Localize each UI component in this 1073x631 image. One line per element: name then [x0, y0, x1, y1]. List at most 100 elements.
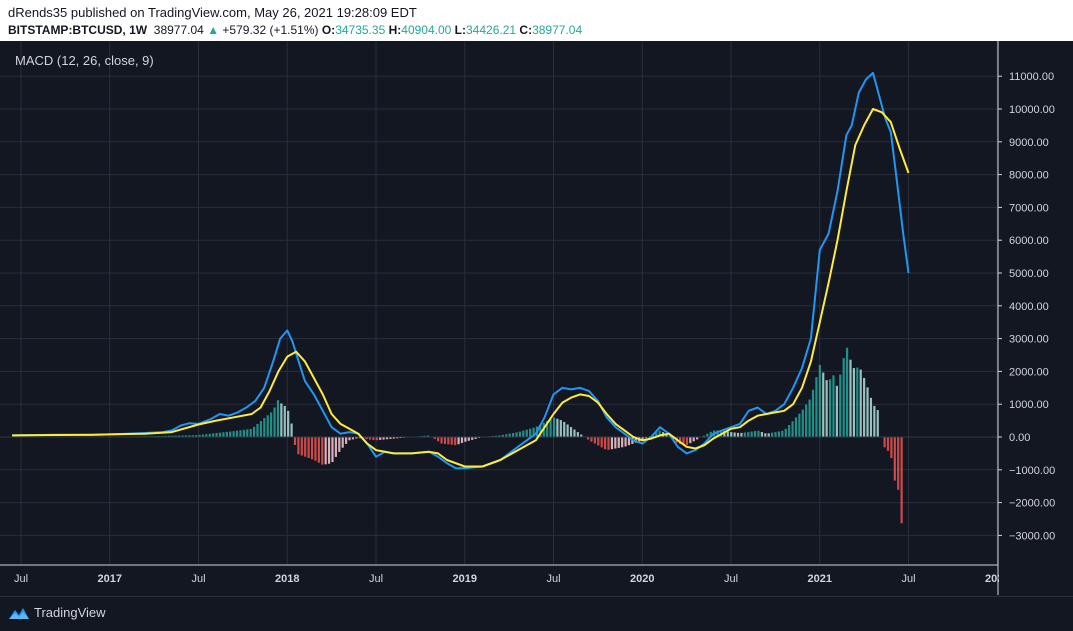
- y-tick-label: 9000.00: [1009, 137, 1049, 149]
- histogram-bar: [607, 437, 609, 450]
- histogram-bar: [727, 431, 729, 437]
- y-tick-label: 4000.00: [1009, 301, 1049, 313]
- histogram-bar: [764, 433, 766, 437]
- histogram-bar: [246, 429, 248, 437]
- histogram-bar: [328, 437, 330, 464]
- histogram-bar: [256, 424, 258, 437]
- histogram-bar: [556, 419, 558, 437]
- histogram-bar: [689, 437, 691, 443]
- histogram-bar: [822, 373, 824, 437]
- histogram-bar: [553, 418, 555, 437]
- histogram-bar: [468, 437, 470, 441]
- histogram-bar: [795, 417, 797, 437]
- histogram-bar: [744, 433, 746, 437]
- histogram-bar: [308, 437, 310, 458]
- histogram-bar: [611, 437, 613, 449]
- histogram-bar: [894, 437, 896, 481]
- histogram-bar: [890, 437, 892, 458]
- y-tick-label: 11000.00: [1009, 71, 1054, 83]
- axis-corner: [999, 566, 1073, 596]
- y-tick-label: 0.00: [1009, 432, 1030, 444]
- histogram-bar: [778, 431, 780, 437]
- histogram-bar: [594, 437, 596, 444]
- histogram-bar: [829, 379, 831, 437]
- histogram-bar: [270, 412, 272, 437]
- macd-line: [12, 73, 908, 468]
- histogram-bar: [849, 360, 851, 437]
- histogram-bar: [846, 348, 848, 437]
- histogram-bar: [754, 431, 756, 437]
- histogram-bar: [819, 365, 821, 437]
- low-label: L:: [455, 23, 466, 37]
- histogram-bar: [883, 437, 885, 447]
- histogram-bar: [437, 437, 439, 441]
- histogram-bar: [233, 431, 235, 437]
- histogram-bar: [280, 403, 282, 437]
- histogram-bar: [771, 433, 773, 437]
- x-tick-label: 2019: [453, 573, 477, 585]
- histogram-bar: [440, 437, 442, 443]
- histogram-bar: [887, 437, 889, 451]
- open-label: O:: [322, 23, 335, 37]
- histogram-bar: [243, 430, 245, 437]
- y-tick-label: 6000.00: [1009, 235, 1049, 247]
- header-bar: dRends35 published on TradingView.com, M…: [0, 0, 1073, 41]
- x-tick-label: Jul: [191, 573, 205, 585]
- histogram-bar: [512, 433, 514, 437]
- histogram-bar: [836, 386, 838, 437]
- histogram-bar: [229, 432, 231, 437]
- histogram-bar: [273, 408, 275, 437]
- histogram-bar: [239, 430, 241, 437]
- histogram-bar: [761, 432, 763, 437]
- histogram-bar: [250, 429, 252, 437]
- histogram-bar: [734, 432, 736, 437]
- histogram-bar: [781, 431, 783, 437]
- histogram-bar: [277, 400, 279, 437]
- histogram-bar: [311, 437, 313, 459]
- histogram-bar: [573, 430, 575, 437]
- histogram-bar: [294, 437, 296, 445]
- histogram-bar: [839, 374, 841, 437]
- indicator-label: MACD (12, 26, close, 9): [15, 53, 154, 68]
- symbol-label: BITSTAMP:BTCUSD, 1W: [8, 23, 147, 37]
- histogram-bar: [785, 429, 787, 437]
- histogram-bar: [454, 437, 456, 445]
- histogram-bar: [577, 432, 579, 437]
- histogram-bar: [526, 430, 528, 437]
- histogram-bar: [529, 429, 531, 437]
- histogram-bar: [284, 406, 286, 437]
- x-tick-label: 2021: [808, 573, 832, 585]
- x-tick-label: 2017: [98, 573, 122, 585]
- histogram-bar: [624, 437, 626, 446]
- histogram-bar: [791, 421, 793, 437]
- macd-chart[interactable]: 11000.0010000.009000.008000.007000.00600…: [0, 41, 1073, 596]
- histogram-bar: [590, 437, 592, 442]
- signal-line: [12, 109, 908, 467]
- tradingview-brand[interactable]: TradingView: [34, 605, 106, 620]
- histogram-bar: [290, 423, 292, 437]
- histogram-bar: [832, 375, 834, 437]
- histogram-bar: [522, 431, 524, 437]
- histogram-bar: [873, 406, 875, 437]
- histogram-bar: [686, 437, 688, 445]
- histogram-bar: [515, 432, 517, 437]
- histogram-bar: [236, 431, 238, 437]
- close-value: 38977.04: [532, 23, 582, 37]
- histogram-bar: [774, 432, 776, 437]
- histogram-bar: [570, 427, 572, 437]
- histogram-bar: [451, 437, 453, 445]
- ohlc-line: BITSTAMP:BTCUSD, 1W 38977.04 ▲ +579.32 (…: [8, 23, 582, 37]
- y-tick-label: 2000.00: [1009, 366, 1049, 378]
- histogram-bar: [260, 421, 262, 437]
- histogram-bar: [338, 437, 340, 452]
- y-tick-label: −3000.00: [1009, 530, 1055, 542]
- histogram-bar: [345, 437, 347, 444]
- close-label: C:: [519, 23, 532, 37]
- histogram-bar: [866, 387, 868, 437]
- histogram-bar: [287, 411, 289, 437]
- histogram-bar: [877, 410, 879, 437]
- histogram-bar: [464, 437, 466, 442]
- last-price: 38977.04: [154, 23, 204, 37]
- histogram-bar: [549, 419, 551, 437]
- x-tick-label: Jul: [901, 573, 915, 585]
